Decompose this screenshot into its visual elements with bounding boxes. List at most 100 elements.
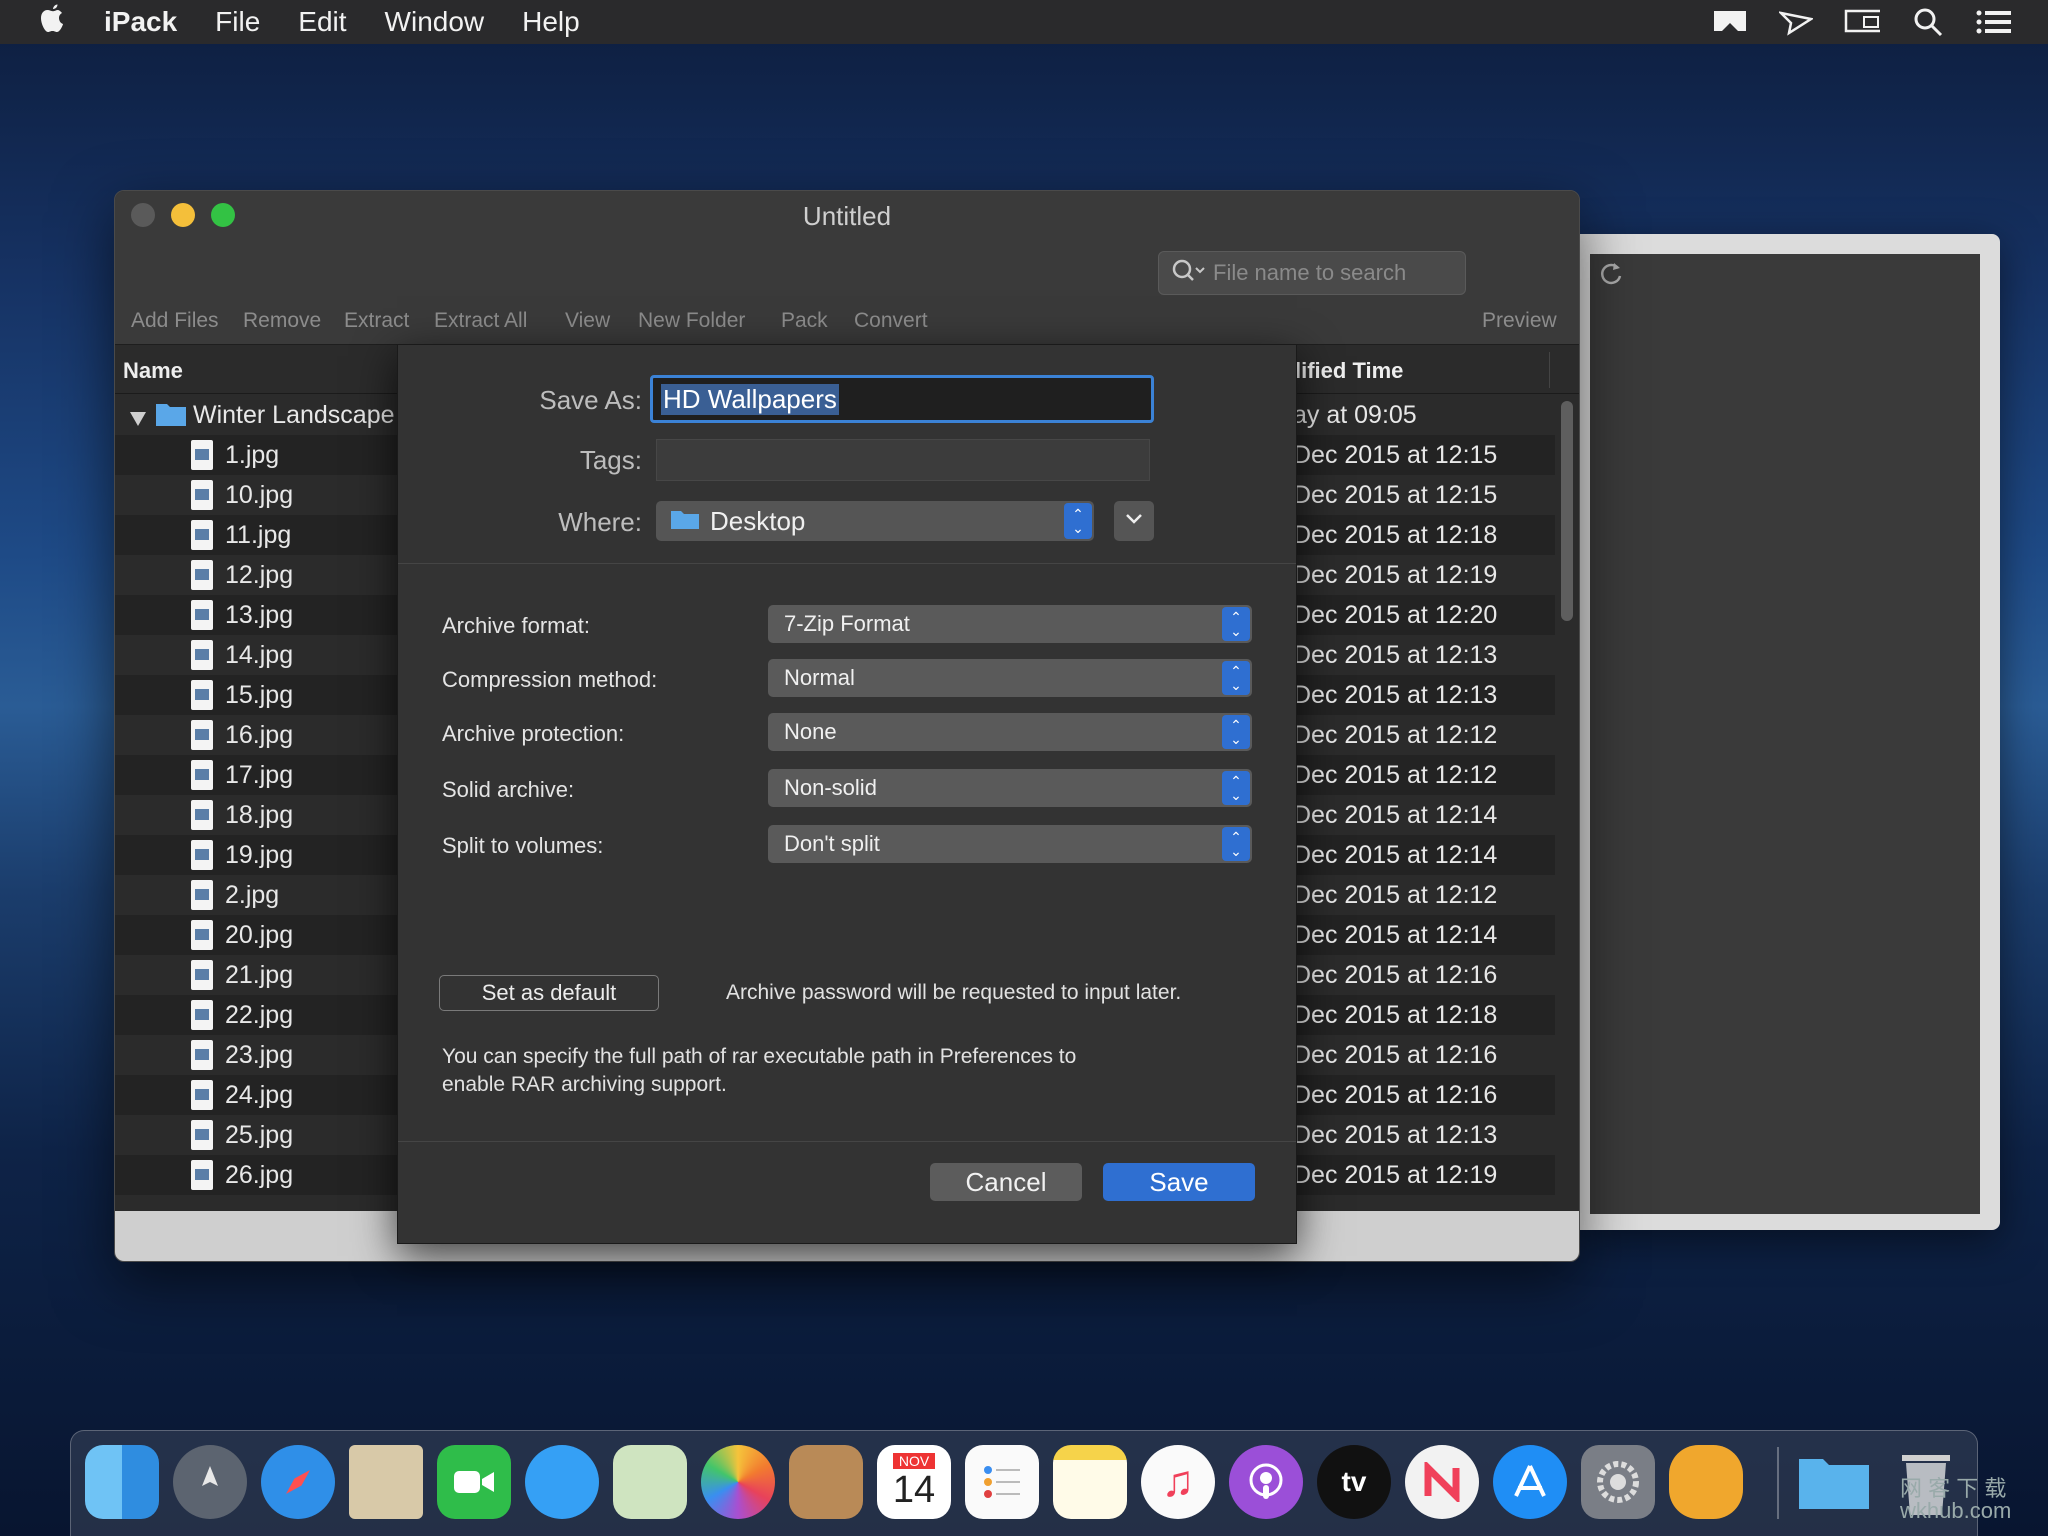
contacts-icon[interactable]: [789, 1445, 863, 1519]
search-field[interactable]: [1158, 251, 1466, 295]
column-name-header[interactable]: Name: [123, 358, 183, 384]
preview-area: [1590, 254, 1980, 1214]
podcasts-icon[interactable]: [1229, 1445, 1303, 1519]
notes-icon[interactable]: [1053, 1445, 1127, 1519]
menu-app-name[interactable]: iPack: [104, 6, 177, 38]
image-file-icon: [191, 920, 213, 950]
image-file-icon: [191, 1000, 213, 1030]
file-name: 16.jpg: [225, 720, 294, 749]
set-as-default-button[interactable]: Set as default: [439, 975, 659, 1011]
calendar-icon[interactable]: NOV 14: [877, 1445, 951, 1519]
file-time: Dec 2015 at 12:20: [1293, 600, 1498, 629]
image-file-icon: [191, 680, 213, 710]
refresh-icon[interactable]: [1598, 260, 1624, 291]
image-file-icon: [191, 520, 213, 550]
expand-browser-button[interactable]: [1114, 501, 1154, 541]
archive-status-icon[interactable]: [1712, 7, 1748, 37]
save-button[interactable]: Save: [1103, 1163, 1255, 1201]
file-time: Dec 2015 at 12:13: [1293, 640, 1498, 669]
send-icon[interactable]: [1778, 7, 1814, 37]
where-stepper-icon[interactable]: ⌃ ⌄: [1064, 503, 1092, 539]
save-as-field[interactable]: HD Wallpapers: [650, 375, 1154, 423]
file-time: Dec 2015 at 12:14: [1293, 920, 1498, 949]
maps-icon[interactable]: [613, 1445, 687, 1519]
save-as-label: Save As:: [539, 385, 642, 415]
apple-menu-icon[interactable]: [40, 4, 66, 41]
news-icon[interactable]: [1405, 1445, 1479, 1519]
menu-file[interactable]: File: [215, 6, 260, 38]
cancel-button[interactable]: Cancel: [930, 1163, 1082, 1201]
menu-window[interactable]: Window: [385, 6, 485, 38]
app-store-icon[interactable]: [1493, 1445, 1567, 1519]
archive-format-select[interactable]: 7-Zip Format ⌃ ⌄: [768, 605, 1252, 643]
file-time: Dec 2015 at 12:14: [1293, 840, 1498, 869]
tags-field[interactable]: [656, 439, 1150, 481]
list-scrollbar[interactable]: [1561, 401, 1573, 621]
file-time: Dec 2015 at 12:16: [1293, 1040, 1498, 1069]
split-volumes-label: Split to volumes:: [442, 833, 604, 858]
spotlight-search-icon[interactable]: [1910, 7, 1946, 37]
system-preferences-icon[interactable]: [1581, 1445, 1655, 1519]
archive-protection-label: Archive protection:: [442, 721, 625, 746]
folder-icon: [155, 401, 187, 434]
split-volumes-value: Don't split: [784, 831, 880, 856]
downloads-folder-icon[interactable]: [1797, 1445, 1871, 1519]
file-name: 25.jpg: [225, 1120, 294, 1149]
compression-method-select[interactable]: Normal ⌃ ⌄: [768, 659, 1252, 697]
file-time: Dec 2015 at 12:19: [1293, 1160, 1498, 1189]
reminders-icon[interactable]: [965, 1445, 1039, 1519]
toolbar-new-folder[interactable]: New Folder: [638, 309, 745, 333]
disclosure-triangle-icon[interactable]: [129, 405, 147, 434]
photos-icon[interactable]: [701, 1445, 775, 1519]
select-stepper-icon: ⌃ ⌄: [1222, 715, 1250, 749]
select-stepper-icon: ⌃ ⌄: [1222, 771, 1250, 805]
archive-protection-value: None: [784, 719, 837, 744]
archive-format-value: 7-Zip Format: [784, 611, 910, 636]
tv-label: tv: [1341, 1466, 1367, 1497]
folder-icon: [670, 506, 700, 537]
toolbar-add-files[interactable]: Add Files: [131, 309, 219, 333]
menu-bar: iPack File Edit Window Help: [0, 0, 2048, 44]
image-file-icon: [191, 600, 213, 630]
save-sheet: Save As: HD Wallpapers Tags: Where: Desk…: [397, 344, 1297, 1244]
search-input[interactable]: [1213, 260, 1453, 286]
music-icon[interactable]: ♫: [1141, 1445, 1215, 1519]
toolbar-preview[interactable]: Preview: [1482, 309, 1557, 333]
mail-stamp-icon[interactable]: [349, 1445, 423, 1519]
launchpad-icon[interactable]: [173, 1445, 247, 1519]
toolbar-extract[interactable]: Extract: [344, 309, 409, 333]
file-name: 24.jpg: [225, 1080, 294, 1109]
apple-tv-icon[interactable]: tv: [1317, 1445, 1391, 1519]
toolbar-pack[interactable]: Pack: [781, 309, 828, 333]
file-name: 2.jpg: [225, 880, 280, 909]
menu-edit[interactable]: Edit: [298, 6, 346, 38]
safari-icon[interactable]: [261, 1445, 335, 1519]
column-time-header[interactable]: lified Time: [1295, 358, 1403, 384]
split-volumes-select[interactable]: Don't split ⌃ ⌄: [768, 825, 1252, 863]
ipack-app-icon[interactable]: [1669, 1445, 1743, 1519]
save-as-value[interactable]: HD Wallpapers: [661, 383, 839, 415]
toolbar-view[interactable]: View: [565, 309, 610, 333]
calendar-month: NOV: [892, 1452, 936, 1469]
menu-help[interactable]: Help: [522, 6, 580, 38]
file-time: Dec 2015 at 12:13: [1293, 680, 1498, 709]
toolbar-convert[interactable]: Convert: [854, 309, 928, 333]
facetime-icon[interactable]: [437, 1445, 511, 1519]
messages-icon[interactable]: [525, 1445, 599, 1519]
notification-center-icon[interactable]: [1976, 7, 2012, 37]
image-file-icon: [191, 960, 213, 990]
where-popup[interactable]: Desktop: [656, 501, 1094, 541]
file-time: Dec 2015 at 12:15: [1293, 440, 1498, 469]
archive-protection-select[interactable]: None ⌃ ⌄: [768, 713, 1252, 751]
file-name: 11.jpg: [225, 520, 292, 549]
file-time: Dec 2015 at 12:13: [1293, 1120, 1498, 1149]
where-label: Where:: [558, 507, 642, 537]
display-mirroring-icon[interactable]: [1844, 7, 1880, 37]
image-file-icon: [191, 640, 213, 670]
toolbar-remove[interactable]: Remove: [243, 309, 321, 333]
finder-icon[interactable]: [85, 1445, 159, 1519]
folder-name: Winter Landscape: [193, 400, 395, 429]
solid-archive-select[interactable]: Non-solid ⌃ ⌄: [768, 769, 1252, 807]
solid-archive-label: Solid archive:: [442, 777, 575, 802]
toolbar-extract-all[interactable]: Extract All: [434, 309, 527, 333]
